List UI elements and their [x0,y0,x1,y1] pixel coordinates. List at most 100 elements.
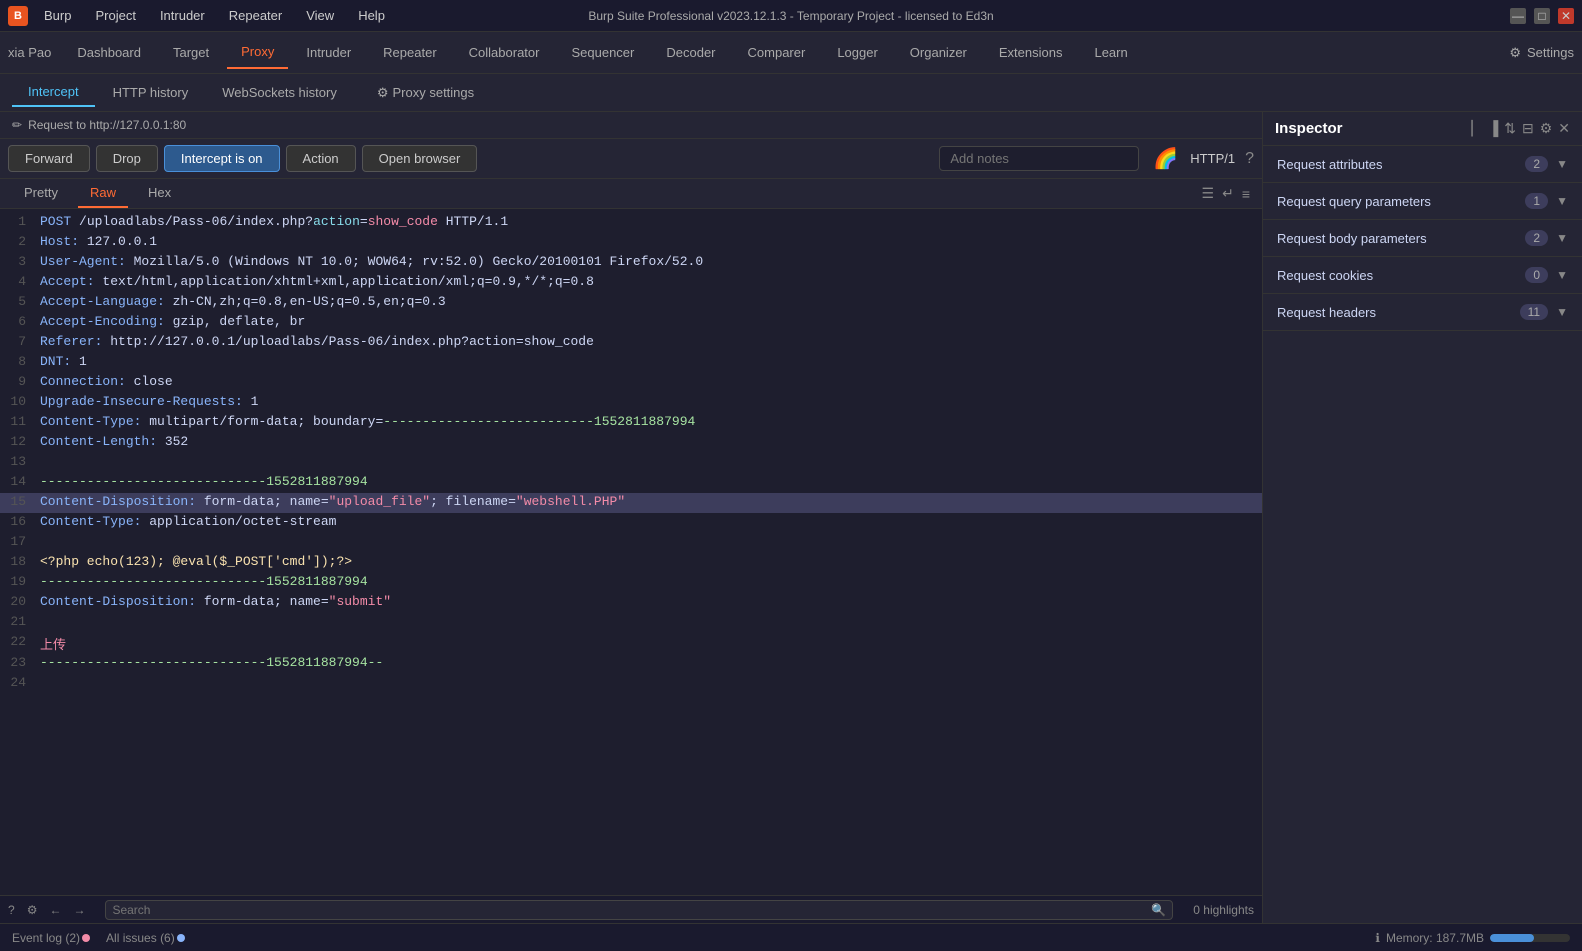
tab-decoder[interactable]: Decoder [652,37,729,68]
drop-button[interactable]: Drop [96,145,158,172]
app-logo: B [8,6,28,26]
code-line-22: 22 上传 [0,633,1262,654]
tab-proxy[interactable]: Proxy [227,36,288,69]
highlights-count: 0 highlights [1193,903,1254,917]
tab-target[interactable]: Target [159,37,223,68]
sort-icon[interactable]: ⇅ [1504,120,1516,137]
tab-websockets-history[interactable]: WebSockets history [206,79,353,106]
open-browser-button[interactable]: Open browser [362,145,478,172]
proxy-settings-button[interactable]: ⚙ Proxy settings [367,81,484,105]
settings-small-icon[interactable]: ⚙ [27,903,38,917]
inspector-request-attributes[interactable]: Request attributes 2 ▼ [1263,146,1582,183]
close-button[interactable]: ✕ [1558,8,1574,24]
cookies-chevron: ▼ [1556,268,1568,282]
request-attributes-count: 2 [1525,156,1548,172]
event-log-dot [82,934,90,942]
code-line-12: 12 Content-Length: 352 [0,433,1262,453]
menu-help[interactable]: Help [354,6,389,25]
toolbar: Forward Drop Intercept is on Action Open… [0,139,1262,179]
menu-bar: Burp Project Intruder Repeater View Help [40,6,389,25]
tab-dashboard[interactable]: Dashboard [63,37,155,68]
code-line-10: 10 Upgrade-Insecure-Requests: 1 [0,393,1262,413]
editor-tabs: Pretty Raw Hex ☰ ↵ ≡ [0,179,1262,209]
cookies-label: Request cookies [1277,268,1525,283]
pencil-icon: ✏ [12,118,22,132]
main-area: ✏ Request to http://127.0.0.1:80 Forward… [0,112,1582,923]
forward-nav-button[interactable]: → [73,903,85,917]
code-line-13: 13 [0,453,1262,473]
tab-logger[interactable]: Logger [823,37,891,68]
code-line-14: 14 -----------------------------15528118… [0,473,1262,493]
help-icon[interactable]: ? [1245,150,1254,168]
tab-intercept[interactable]: Intercept [12,78,95,107]
code-line-19: 19 -----------------------------15528118… [0,573,1262,593]
code-line-15: 15 Content-Disposition: form-data; name=… [0,493,1262,513]
code-line-16: 16 Content-Type: application/octet-strea… [0,513,1262,533]
inspector-icons: ▏ ▐ ⇅ ⊟ ⚙ ✕ [1472,120,1570,137]
close-inspector-icon[interactable]: ✕ [1558,120,1570,137]
menu-intruder[interactable]: Intruder [156,6,209,25]
tab-http-history[interactable]: HTTP history [97,79,205,106]
tab-extensions[interactable]: Extensions [985,37,1077,68]
action-button[interactable]: Action [286,145,356,172]
tab-intruder[interactable]: Intruder [292,37,365,68]
request-target: Request to http://127.0.0.1:80 [28,118,186,132]
list-view-icon[interactable]: ☰ [1202,185,1215,202]
search-input[interactable] [112,903,1151,917]
menu-burp[interactable]: Burp [40,6,75,25]
inspector-headers[interactable]: Request headers 11 ▼ [1263,294,1582,331]
memory-bar [1490,934,1570,942]
help-circle-icon[interactable]: ? [8,903,15,917]
titlebar: B Burp Project Intruder Repeater View He… [0,0,1582,32]
settings-button[interactable]: ⚙ Settings [1509,45,1574,61]
window-title: Burp Suite Professional v2023.12.1.3 - T… [588,9,993,23]
maximize-button[interactable]: □ [1534,8,1550,24]
more-options-icon[interactable]: ≡ [1242,186,1250,202]
code-line-5: 5 Accept-Language: zh-CN,zh;q=0.8,en-US;… [0,293,1262,313]
tab-collaborator[interactable]: Collaborator [455,37,554,68]
code-editor[interactable]: 1 POST /uploadlabs/Pass-06/index.php?act… [0,209,1262,895]
forward-button[interactable]: Forward [8,145,90,172]
inspector-title: Inspector [1275,120,1464,137]
code-line-2: 2 Host: 127.0.0.1 [0,233,1262,253]
request-attributes-label: Request attributes [1277,157,1525,172]
request-bar: ✏ Request to http://127.0.0.1:80 [0,112,1262,139]
tab-pretty[interactable]: Pretty [12,179,70,208]
tab-sequencer[interactable]: Sequencer [557,37,648,68]
intercept-on-button[interactable]: Intercept is on [164,145,280,172]
gear-small-icon: ⚙ [377,85,389,101]
inspector-cookies[interactable]: Request cookies 0 ▼ [1263,257,1582,294]
tab-hex[interactable]: Hex [136,179,183,208]
single-column-icon[interactable]: ▏ [1472,120,1483,137]
sub-nav: Intercept HTTP history WebSockets histor… [0,74,1582,112]
wrap-icon[interactable]: ↵ [1222,185,1234,202]
gear-inspector-icon[interactable]: ⚙ [1540,120,1553,137]
code-line-8: 8 DNT: 1 [0,353,1262,373]
tab-comparer[interactable]: Comparer [734,37,820,68]
collapse-icon[interactable]: ⊟ [1522,120,1534,137]
all-issues-dot [177,934,185,942]
colorful-icon: 🌈 [1153,146,1178,171]
top-nav: xia Pao Dashboard Target Proxy Intruder … [0,32,1582,74]
notes-input[interactable] [939,146,1139,171]
code-line-9: 9 Connection: close [0,373,1262,393]
tab-organizer[interactable]: Organizer [896,37,981,68]
query-params-count: 1 [1525,193,1548,209]
menu-repeater[interactable]: Repeater [225,6,286,25]
memory-fill [1490,934,1534,942]
event-log-label[interactable]: Event log (2) [12,931,90,945]
minimize-button[interactable]: — [1510,8,1526,24]
code-line-23: 23 -----------------------------15528118… [0,654,1262,674]
all-issues-label[interactable]: All issues (6) [106,931,185,945]
back-button[interactable]: ← [49,903,61,917]
inspector-body-params[interactable]: Request body parameters 2 ▼ [1263,220,1582,257]
dual-column-icon[interactable]: ▐ [1488,120,1498,137]
tab-raw[interactable]: Raw [78,179,128,208]
menu-view[interactable]: View [302,6,338,25]
inspector-query-params[interactable]: Request query parameters 1 ▼ [1263,183,1582,220]
code-line-20: 20 Content-Disposition: form-data; name=… [0,593,1262,613]
tab-repeater[interactable]: Repeater [369,37,450,68]
menu-project[interactable]: Project [91,6,139,25]
tab-learn[interactable]: Learn [1080,37,1141,68]
body-params-count: 2 [1525,230,1548,246]
